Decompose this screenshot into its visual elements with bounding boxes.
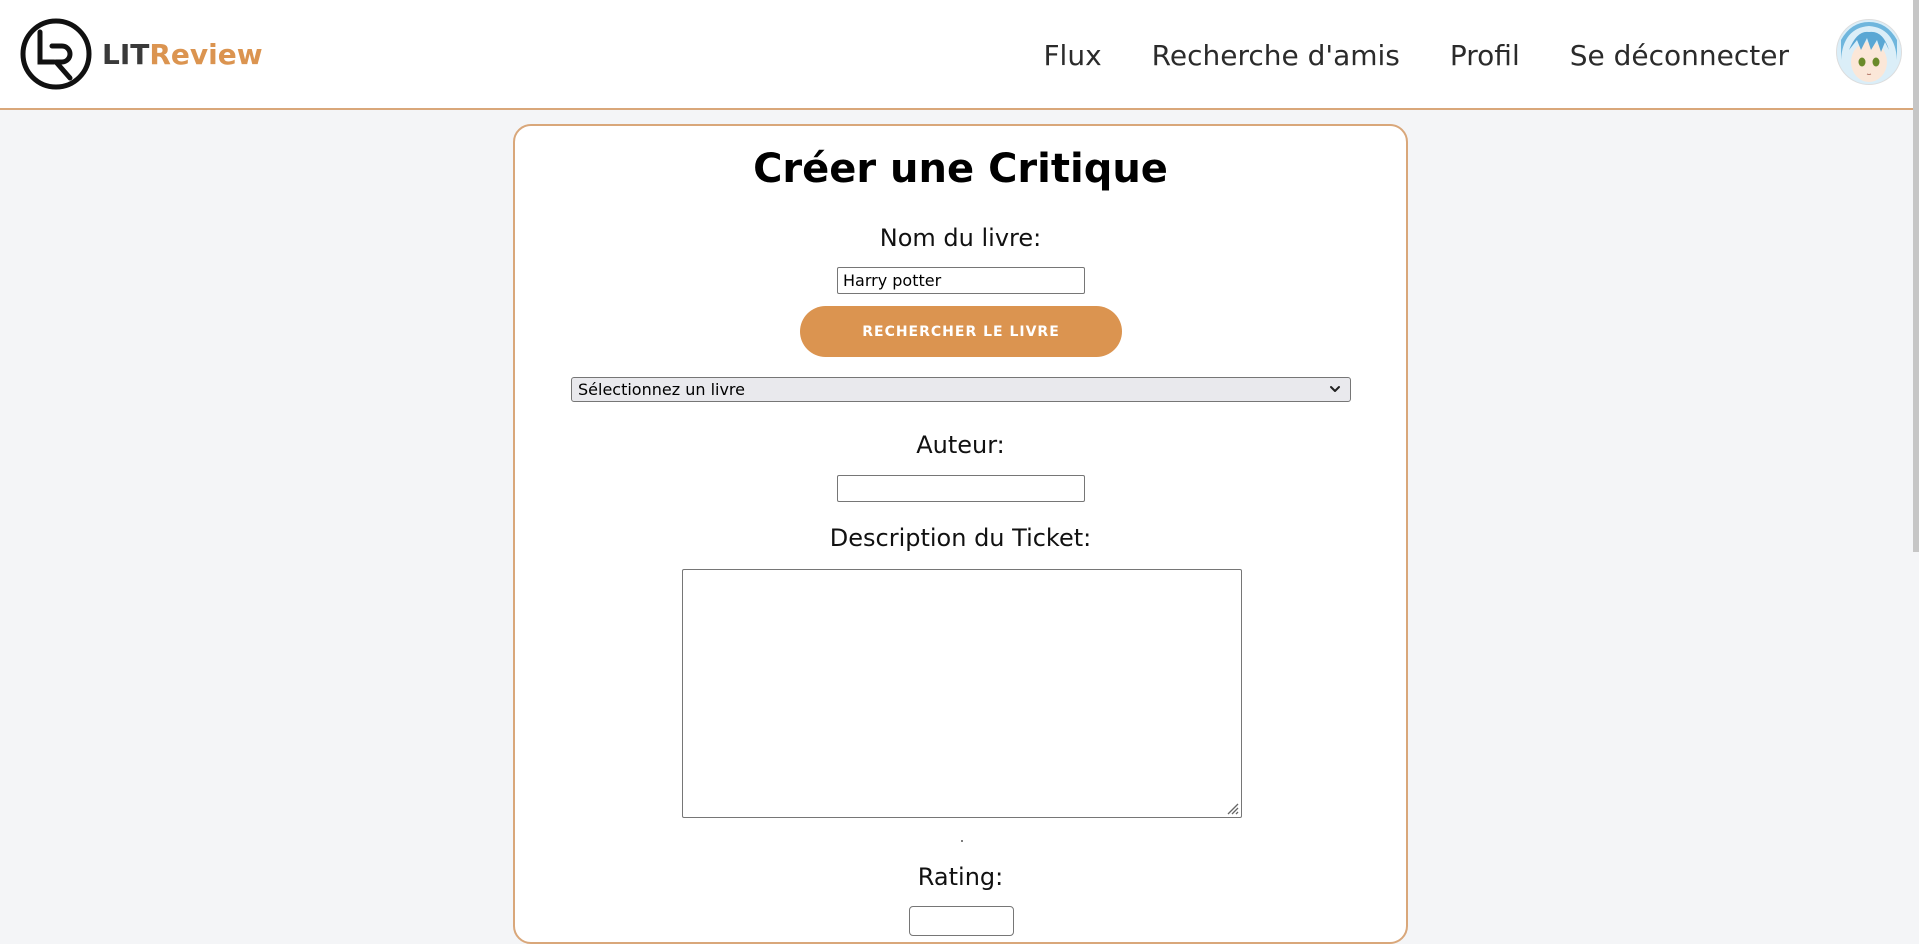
page-scrollbar[interactable] (1913, 0, 1919, 552)
author-label: Auteur: (916, 431, 1005, 459)
nav-link-logout[interactable]: Se déconnecter (1570, 39, 1789, 72)
chevron-down-icon (1330, 386, 1340, 392)
nav-link-profile[interactable]: Profil (1450, 39, 1520, 72)
logo-text-lit: LIT (102, 37, 150, 71)
rating-label: Rating: (917, 863, 1004, 891)
logo-text-review: Review (149, 37, 263, 71)
description-label: Description du Ticket: (829, 524, 1092, 552)
logo-text: LITReview (102, 38, 263, 71)
search-book-button[interactable]: RECHERCHER LE LIVRE (800, 306, 1122, 357)
nav-link-flux[interactable]: Flux (1043, 39, 1101, 72)
app-logo[interactable]: LITReview (20, 18, 263, 90)
book-name-label: Nom du livre: (879, 224, 1042, 252)
author-input[interactable] (837, 475, 1085, 502)
resize-handle-icon[interactable] (1223, 799, 1239, 815)
user-avatar[interactable] (1837, 20, 1901, 84)
book-select-value: Sélectionnez un livre (578, 380, 745, 399)
avatar-image (1837, 20, 1901, 84)
separator-dot (961, 840, 963, 842)
nav-link-find-friends[interactable]: Recherche d'amis (1152, 39, 1400, 72)
create-review-card: Créer une Critique Nom du livre: RECHERC… (513, 124, 1408, 944)
main-nav: Flux Recherche d'amis Profil Se déconnec… (1043, 0, 1789, 110)
logo-icon (20, 18, 92, 90)
description-textarea[interactable] (682, 569, 1242, 818)
top-header: LITReview Flux Recherche d'amis Profil S… (0, 0, 1919, 110)
page-title: Créer une Critique (753, 146, 1168, 192)
book-select[interactable]: Sélectionnez un livre (571, 377, 1351, 402)
book-name-input[interactable] (837, 267, 1085, 294)
rating-input[interactable] (909, 906, 1014, 936)
